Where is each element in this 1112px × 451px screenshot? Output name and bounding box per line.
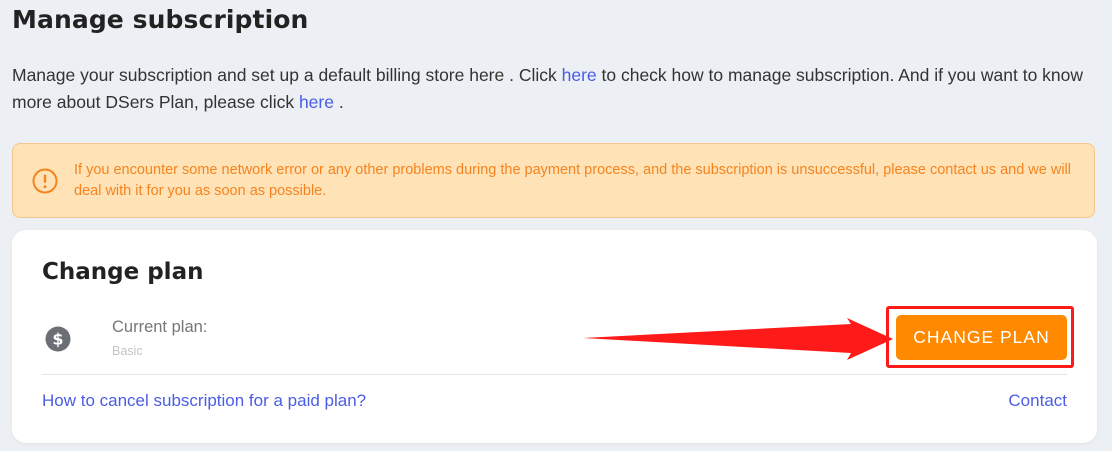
dollar-circle-icon: $ [45,326,71,352]
annotation-arrow-icon [583,318,893,360]
contact-link[interactable]: Contact [1008,391,1067,411]
change-plan-button[interactable]: CHANGE PLAN [896,315,1067,360]
cancel-subscription-link[interactable]: How to cancel subscription for a paid pl… [42,391,366,411]
intro-text: Manage your subscription and set up a de… [12,62,1102,116]
svg-text:$: $ [52,330,63,349]
intro-text-part1: Manage your subscription and set up a de… [12,65,562,85]
manage-subscription-help-link[interactable]: here [562,65,597,85]
current-plan-label: Current plan: [112,318,208,336]
alert-message: If you encounter some network error or a… [74,162,1071,199]
current-plan-value: Basic [112,344,143,358]
page-title: Manage subscription [12,5,309,34]
exclamation-circle-icon [32,168,58,194]
change-plan-card: Change plan $ Current plan: Basic CHANGE… [12,230,1097,443]
intro-text-part3: . [333,92,344,112]
card-title: Change plan [42,259,204,285]
dsers-plan-info-link[interactable]: here [299,92,334,112]
payment-error-alert: If you encounter some network error or a… [12,143,1095,218]
divider [42,374,1067,375]
